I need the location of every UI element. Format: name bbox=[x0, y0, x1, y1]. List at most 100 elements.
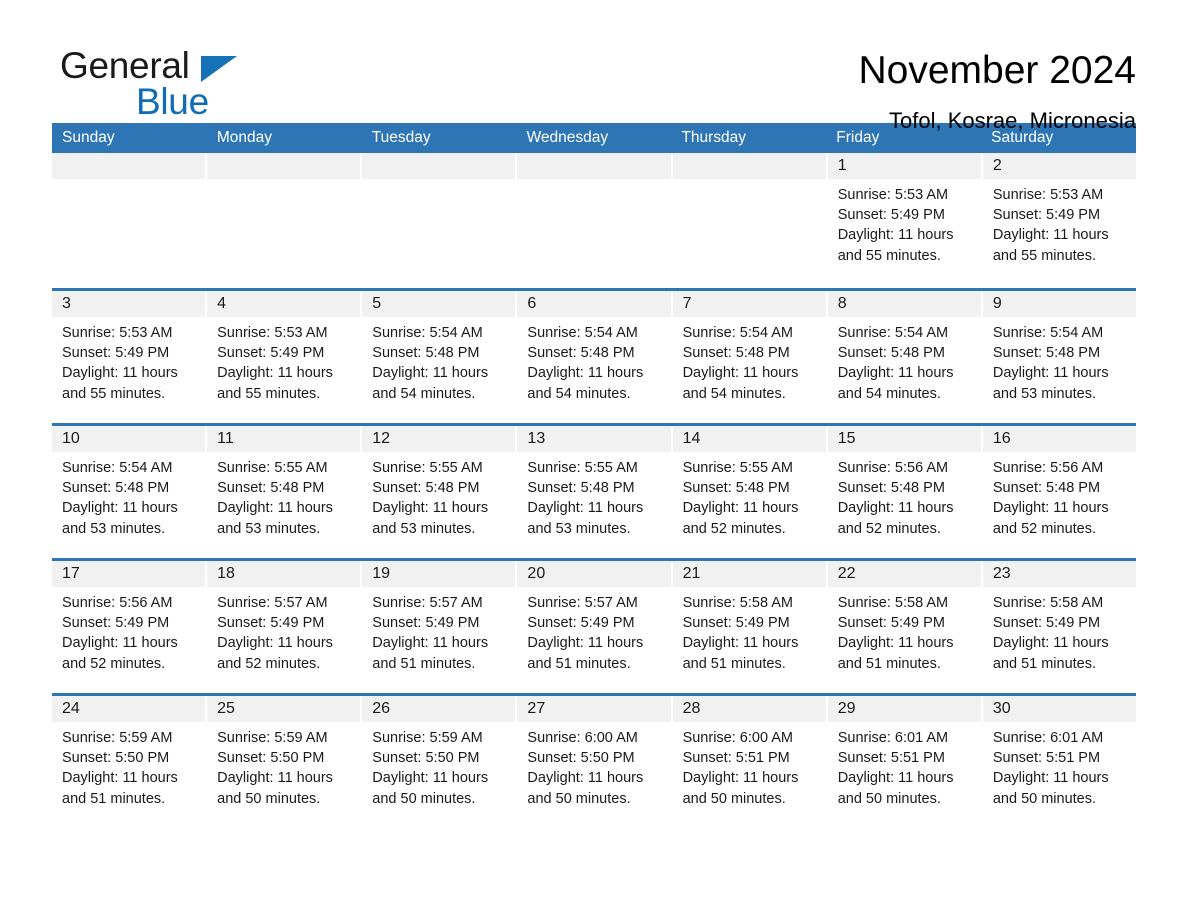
sunset-text: Sunset: 5:48 PM bbox=[372, 345, 480, 362]
day-number bbox=[672, 153, 826, 179]
daylight-text: Daylight: 11 hours bbox=[992, 227, 1109, 244]
sunset-text: Sunset: 5:49 PM bbox=[527, 615, 635, 632]
sunrise-text: Sunrise: 5:59 AM bbox=[372, 730, 483, 746]
day-details: Sunrise: 5:56 AM Sunset: 5:48 PM Daylight:… bbox=[828, 452, 981, 539]
daylight-text: and 52 minutes. bbox=[837, 520, 941, 537]
sunset-text: Sunset: 5:50 PM bbox=[372, 750, 480, 767]
calendar-day-cell[interactable]: 7 Sunrise: 5:54 AM Sunset: 5:48 PM Daylight… bbox=[672, 291, 828, 423]
day-number: 7 bbox=[672, 291, 826, 317]
daylight-text: Daylight: 11 hours bbox=[372, 365, 489, 382]
calendar-day-cell[interactable]: 20 Sunrise: 5:57 AM Sunset: 5:49 PM Dayligh… bbox=[517, 561, 673, 693]
calendar-day-cell[interactable]: 15 Sunrise: 5:56 AM Sunset: 5:48 PM Dayligh… bbox=[827, 426, 983, 558]
sunset-text: Sunset: 5:49 PM bbox=[62, 615, 170, 632]
calendar-day-cell[interactable]: 17 Sunrise: 5:56 AM Sunset: 5:49 PM Dayligh… bbox=[52, 561, 208, 693]
calendar-day-cell[interactable]: 11 Sunrise: 5:55 AM Sunset: 5:48 PM Dayligh… bbox=[207, 426, 363, 558]
sunset-text: Sunset: 5:49 PM bbox=[217, 615, 325, 632]
calendar-day-cell[interactable]: 21 Sunrise: 5:58 AM Sunset: 5:49 PM Dayligh… bbox=[672, 561, 828, 693]
daylight-text: Daylight: 11 hours bbox=[372, 500, 489, 517]
calendar-day-cell[interactable]: 24 Sunrise: 5:59 AM Sunset: 5:50 PM Dayligh… bbox=[52, 696, 208, 828]
daylight-text: and 54 minutes. bbox=[527, 385, 631, 402]
generalblue-logo[interactable]: General Blue bbox=[52, 46, 312, 124]
day-number: 28 bbox=[672, 696, 826, 722]
daylight-text: Daylight: 11 hours bbox=[837, 365, 954, 382]
daylight-text: Daylight: 11 hours bbox=[372, 635, 489, 652]
logo-triangle-icon bbox=[201, 56, 237, 82]
daylight-text: Daylight: 11 hours bbox=[62, 365, 178, 382]
daylight-text: and 51 minutes. bbox=[837, 655, 941, 672]
sunrise-text: Sunrise: 5:55 AM bbox=[372, 460, 483, 476]
sunrise-text: Sunrise: 5:57 AM bbox=[217, 595, 328, 611]
sunrise-text: Sunrise: 5:54 AM bbox=[837, 325, 949, 341]
weekday-header-tuesday: Tuesday bbox=[371, 129, 431, 146]
day-details: Sunrise: 6:00 AM Sunset: 5:50 PM Daylight:… bbox=[517, 722, 670, 809]
calendar-day-cell[interactable]: 25 Sunrise: 5:59 AM Sunset: 5:50 PM Dayligh… bbox=[207, 696, 363, 828]
daylight-text: and 50 minutes. bbox=[837, 790, 941, 807]
daylight-text: Daylight: 11 hours bbox=[682, 635, 799, 652]
calendar-day-cell[interactable]: 27 Sunrise: 6:00 AM Sunset: 5:50 PM Dayligh… bbox=[517, 696, 673, 828]
calendar-day-cell[interactable]: 5 Sunrise: 5:54 AM Sunset: 5:48 PM Daylight… bbox=[362, 291, 518, 423]
daylight-text: and 50 minutes. bbox=[992, 790, 1097, 807]
calendar-day-cell[interactable]: 6 Sunrise: 5:54 AM Sunset: 5:48 PM Daylight… bbox=[517, 291, 673, 423]
daylight-text: and 53 minutes. bbox=[217, 520, 321, 537]
calendar-day-cell-empty bbox=[362, 153, 518, 288]
day-number: 10 bbox=[52, 426, 206, 452]
sunset-text: Sunset: 5:49 PM bbox=[992, 615, 1101, 632]
day-details: Sunrise: 5:55 AM Sunset: 5:48 PM Daylight:… bbox=[517, 452, 670, 539]
day-details: Sunrise: 5:54 AM Sunset: 5:48 PM Daylight:… bbox=[983, 317, 1136, 404]
sunrise-text: Sunrise: 5:56 AM bbox=[837, 460, 949, 476]
sunset-text: Sunset: 5:48 PM bbox=[372, 480, 480, 497]
calendar-day-cell[interactable]: 18 Sunrise: 5:57 AM Sunset: 5:49 PM Dayligh… bbox=[207, 561, 363, 693]
daylight-text: and 55 minutes. bbox=[217, 385, 321, 402]
sunset-text: Sunset: 5:49 PM bbox=[837, 207, 945, 224]
day-details: Sunrise: 6:00 AM Sunset: 5:51 PM Daylight:… bbox=[673, 722, 826, 809]
day-number: 3 bbox=[52, 291, 206, 317]
sunrise-text: Sunrise: 5:55 AM bbox=[527, 460, 638, 476]
sunrise-text: Sunrise: 5:53 AM bbox=[62, 325, 173, 341]
calendar-day-cell[interactable]: 13 Sunrise: 5:55 AM Sunset: 5:48 PM Dayligh… bbox=[517, 426, 673, 558]
calendar-day-cell[interactable]: 12 Sunrise: 5:55 AM Sunset: 5:48 PM Dayligh… bbox=[362, 426, 518, 558]
daylight-text: and 51 minutes. bbox=[992, 655, 1097, 672]
calendar-day-cell[interactable]: 9 Sunrise: 5:54 AM Sunset: 5:48 PM Daylight… bbox=[982, 291, 1136, 423]
day-details: Sunrise: 5:58 AM Sunset: 5:49 PM Daylight:… bbox=[673, 587, 826, 674]
calendar-day-cell[interactable]: 2 Sunrise: 5:53 AM Sunset: 5:49 PM Daylight… bbox=[982, 153, 1136, 288]
day-details: Sunrise: 5:57 AM Sunset: 5:49 PM Daylight:… bbox=[207, 587, 360, 674]
weekday-header-thursday: Thursday bbox=[681, 129, 747, 146]
day-number: 29 bbox=[827, 696, 981, 722]
calendar-day-cell[interactable]: 29 Sunrise: 6:01 AM Sunset: 5:51 PM Dayligh… bbox=[827, 696, 983, 828]
calendar-day-cell[interactable]: 14 Sunrise: 5:55 AM Sunset: 5:48 PM Dayligh… bbox=[672, 426, 828, 558]
day-number: 6 bbox=[517, 291, 671, 317]
day-details: Sunrise: 5:54 AM Sunset: 5:48 PM Daylight:… bbox=[52, 452, 205, 539]
calendar-day-cell[interactable]: 30 Sunrise: 6:01 AM Sunset: 5:51 PM Dayligh… bbox=[982, 696, 1136, 828]
calendar-day-cell[interactable]: 10 Sunrise: 5:54 AM Sunset: 5:48 PM Dayligh… bbox=[52, 426, 208, 558]
day-details: Sunrise: 5:53 AM Sunset: 5:49 PM Daylight:… bbox=[52, 317, 205, 404]
calendar-week-row: 17 Sunrise: 5:56 AM Sunset: 5:49 PM Dayligh… bbox=[52, 558, 1136, 693]
day-details: Sunrise: 5:55 AM Sunset: 5:48 PM Daylight:… bbox=[673, 452, 826, 539]
daylight-text: Daylight: 11 hours bbox=[217, 500, 333, 517]
calendar-day-cell[interactable]: 19 Sunrise: 5:57 AM Sunset: 5:49 PM Dayligh… bbox=[362, 561, 518, 693]
daylight-text: Daylight: 11 hours bbox=[837, 770, 954, 787]
day-number: 14 bbox=[672, 426, 826, 452]
logo-text-blue: Blue bbox=[136, 81, 209, 122]
calendar-day-cell[interactable]: 4 Sunrise: 5:53 AM Sunset: 5:49 PM Daylight… bbox=[207, 291, 363, 423]
calendar-day-cell[interactable]: 26 Sunrise: 5:59 AM Sunset: 5:50 PM Dayligh… bbox=[362, 696, 518, 828]
calendar-day-cell[interactable]: 28 Sunrise: 6:00 AM Sunset: 5:51 PM Dayligh… bbox=[672, 696, 828, 828]
day-number: 1 bbox=[827, 153, 981, 179]
day-details: Sunrise: 5:56 AM Sunset: 5:49 PM Daylight:… bbox=[52, 587, 205, 674]
daylight-text: and 53 minutes. bbox=[527, 520, 631, 537]
sunset-text: Sunset: 5:50 PM bbox=[62, 750, 170, 767]
sunrise-text: Sunrise: 5:57 AM bbox=[372, 595, 483, 611]
sunrise-text: Sunrise: 5:54 AM bbox=[682, 325, 793, 341]
day-number: 2 bbox=[982, 153, 1136, 179]
day-number: 11 bbox=[207, 426, 361, 452]
calendar-day-cell[interactable]: 1 Sunrise: 5:53 AM Sunset: 5:49 PM Daylight… bbox=[827, 153, 983, 288]
calendar-day-cell[interactable]: 8 Sunrise: 5:54 AM Sunset: 5:48 PM Daylight… bbox=[827, 291, 983, 423]
sunset-text: Sunset: 5:50 PM bbox=[217, 750, 325, 767]
daylight-text: and 54 minutes. bbox=[372, 385, 476, 402]
calendar-day-cell[interactable]: 3 Sunrise: 5:53 AM Sunset: 5:49 PM Daylight… bbox=[52, 291, 208, 423]
day-details: Sunrise: 5:53 AM Sunset: 5:49 PM Daylight:… bbox=[983, 179, 1136, 266]
calendar-day-cell[interactable]: 22 Sunrise: 5:58 AM Sunset: 5:49 PM Dayligh… bbox=[827, 561, 983, 693]
day-details: Sunrise: 5:55 AM Sunset: 5:48 PM Daylight:… bbox=[362, 452, 515, 539]
calendar-day-cell[interactable]: 23 Sunrise: 5:58 AM Sunset: 5:49 PM Dayligh… bbox=[982, 561, 1136, 693]
calendar-day-cell[interactable]: 16 Sunrise: 5:56 AM Sunset: 5:48 PM Dayligh… bbox=[982, 426, 1136, 558]
sunset-text: Sunset: 5:48 PM bbox=[837, 345, 945, 362]
